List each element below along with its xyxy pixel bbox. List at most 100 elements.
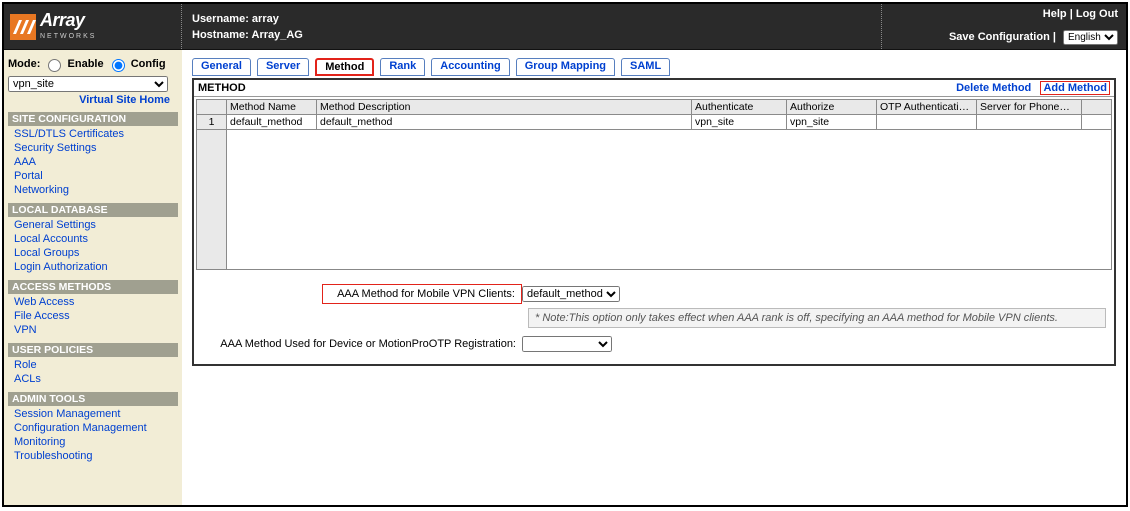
tab-group-mapping[interactable]: Group Mapping xyxy=(516,58,615,76)
table-body: 1default_methoddefault_methodvpn_sitevpn… xyxy=(197,115,1112,130)
brand-subword: NETWORKS xyxy=(40,33,96,40)
sidebar-item-ssl-dtls-certificates[interactable]: SSL/DTLS Certificates xyxy=(14,127,178,141)
mode-config-option[interactable]: Config xyxy=(107,58,166,70)
sidebar-item-acls[interactable]: ACLs xyxy=(14,372,178,386)
tab-row: General Server Method Rank Accounting Group M… xyxy=(192,58,1116,76)
tab-method[interactable]: Method xyxy=(315,58,374,76)
tab-general[interactable]: General xyxy=(192,58,251,76)
brand-logo-icon xyxy=(10,14,36,40)
mode-enable-option[interactable]: Enable xyxy=(43,58,106,70)
sidebar-group-header: ADMIN TOOLS xyxy=(8,392,178,406)
sidebar-group-header: SITE CONFIGURATION xyxy=(8,112,178,126)
table-col-1: Method Name xyxy=(227,100,317,115)
tab-saml[interactable]: SAML xyxy=(621,58,670,76)
sidebar-group-body: RoleACLs xyxy=(8,357,178,392)
brand-text: Array NETWORKS xyxy=(40,13,96,41)
sidebar-item-aaa[interactable]: AAA xyxy=(14,155,178,169)
table-cell xyxy=(1082,115,1112,130)
hostname-label: Hostname: xyxy=(192,29,249,41)
sidebar-item-security-settings[interactable]: Security Settings xyxy=(14,141,178,155)
add-method-link[interactable]: Add Method xyxy=(1040,81,1110,95)
table-cell: 1 xyxy=(197,115,227,130)
panel-title: METHOD xyxy=(198,82,246,94)
device-method-label: AAA Method Used for Device or MotionProO… xyxy=(202,338,522,350)
top-bar: Array NETWORKS Username: array Hostname:… xyxy=(4,4,1126,50)
device-method-select[interactable] xyxy=(522,336,612,352)
sidebar-item-vpn[interactable]: VPN xyxy=(14,323,178,337)
device-method-row: AAA Method Used for Device or MotionProO… xyxy=(202,336,1106,352)
table-col-7 xyxy=(1082,100,1112,115)
panel-titlebar: METHOD Delete Method Add Method xyxy=(194,80,1114,97)
sidebar-group-body: SSL/DTLS CertificatesSecurity SettingsAA… xyxy=(8,126,178,203)
tab-rank[interactable]: Rank xyxy=(380,58,425,76)
mode-enable-radio[interactable] xyxy=(48,59,61,72)
sidebar-item-role[interactable]: Role xyxy=(14,358,178,372)
mode-config-radio[interactable] xyxy=(112,59,125,72)
sidebar-item-portal[interactable]: Portal xyxy=(14,169,178,183)
table-row[interactable]: 1default_methoddefault_methodvpn_sitevpn… xyxy=(197,115,1112,130)
virtual-site-select[interactable]: vpn_site xyxy=(8,76,168,92)
sidebar-item-web-access[interactable]: Web Access xyxy=(14,295,178,309)
username-row: Username: array xyxy=(192,13,871,25)
sidebar-item-troubleshooting[interactable]: Troubleshooting xyxy=(14,449,178,463)
sidebar-item-local-accounts[interactable]: Local Accounts xyxy=(14,232,178,246)
method-panel: METHOD Delete Method Add Method Method N… xyxy=(192,78,1116,366)
brand-word: Array xyxy=(40,10,85,30)
table-cell xyxy=(977,115,1082,130)
panel-inner: Method NameMethod DescriptionAuthenticat… xyxy=(194,97,1114,364)
mobile-method-row: AAA Method for Mobile VPN Clients: defau… xyxy=(202,284,1106,304)
main-content: General Server Method Rank Accounting Group M… xyxy=(182,50,1126,505)
table-col-2: Method Description xyxy=(317,100,692,115)
mobile-method-select[interactable]: default_method xyxy=(522,286,620,302)
methods-table: Method NameMethod DescriptionAuthenticat… xyxy=(196,99,1112,130)
logout-link[interactable]: Log Out xyxy=(1076,8,1118,20)
table-header-row: Method NameMethod DescriptionAuthenticat… xyxy=(197,100,1112,115)
mode-label: Mode: xyxy=(8,58,40,70)
username-label: Username: xyxy=(192,13,249,25)
table-col-6: Server for Phone… xyxy=(977,100,1082,115)
topbar-right: Help | Log Out Save Configuration | Engl… xyxy=(881,4,1126,49)
table-cell: default_method xyxy=(227,115,317,130)
sidebar-item-general-settings[interactable]: General Settings xyxy=(14,218,178,232)
virtual-site-home-link[interactable]: Virtual Site Home xyxy=(79,94,170,106)
table-col-3: Authenticate xyxy=(692,100,787,115)
sidebar-item-login-authorization[interactable]: Login Authorization xyxy=(14,260,178,274)
hostname-value: Array_AG xyxy=(252,29,303,41)
username-value: array xyxy=(252,13,279,25)
help-link[interactable]: Help xyxy=(1043,8,1067,20)
sidebar-group-header: USER POLICIES xyxy=(8,343,178,357)
sidebar-item-monitoring[interactable]: Monitoring xyxy=(14,435,178,449)
sidebar-group-body: Session ManagementConfiguration Manageme… xyxy=(8,406,178,469)
table-col-4: Authorize xyxy=(787,100,877,115)
sidebar-group-body: Web AccessFile AccessVPN xyxy=(8,294,178,343)
sidebar-item-networking[interactable]: Networking xyxy=(14,183,178,197)
tab-server[interactable]: Server xyxy=(257,58,309,76)
sidebar: Mode: Enable Config vpn_site Virtual Sit… xyxy=(4,50,182,505)
sidebar-group-header: LOCAL DATABASE xyxy=(8,203,178,217)
save-lang-row: Save Configuration | English xyxy=(949,30,1118,45)
logo-area: Array NETWORKS xyxy=(4,4,182,49)
sidebar-item-configuration-management[interactable]: Configuration Management xyxy=(14,421,178,435)
table-gutter xyxy=(197,130,227,269)
tab-accounting[interactable]: Accounting xyxy=(431,58,510,76)
sidebar-group-header: ACCESS METHODS xyxy=(8,280,178,294)
panel-bottom: AAA Method for Mobile VPN Clients: defau… xyxy=(196,284,1112,362)
table-cell: vpn_site xyxy=(787,115,877,130)
mobile-method-label: AAA Method for Mobile VPN Clients: xyxy=(322,284,522,304)
sidebar-item-file-access[interactable]: File Access xyxy=(14,309,178,323)
help-logout-row: Help | Log Out xyxy=(1043,8,1118,20)
language-select[interactable]: English xyxy=(1063,30,1118,45)
panel-actions: Delete Method Add Method xyxy=(956,82,1110,94)
table-col-0 xyxy=(197,100,227,115)
table-empty-area xyxy=(196,130,1112,270)
save-config-link[interactable]: Save Configuration xyxy=(949,31,1050,43)
session-info: Username: array Hostname: Array_AG xyxy=(182,4,881,49)
sidebar-item-local-groups[interactable]: Local Groups xyxy=(14,246,178,260)
mobile-method-note: * Note:This option only takes effect whe… xyxy=(528,308,1106,328)
sidebar-group-body: General SettingsLocal AccountsLocal Grou… xyxy=(8,217,178,280)
table-cell xyxy=(877,115,977,130)
table-cell: vpn_site xyxy=(692,115,787,130)
table-cell: default_method xyxy=(317,115,692,130)
sidebar-item-session-management[interactable]: Session Management xyxy=(14,407,178,421)
delete-method-link[interactable]: Delete Method xyxy=(956,82,1031,94)
